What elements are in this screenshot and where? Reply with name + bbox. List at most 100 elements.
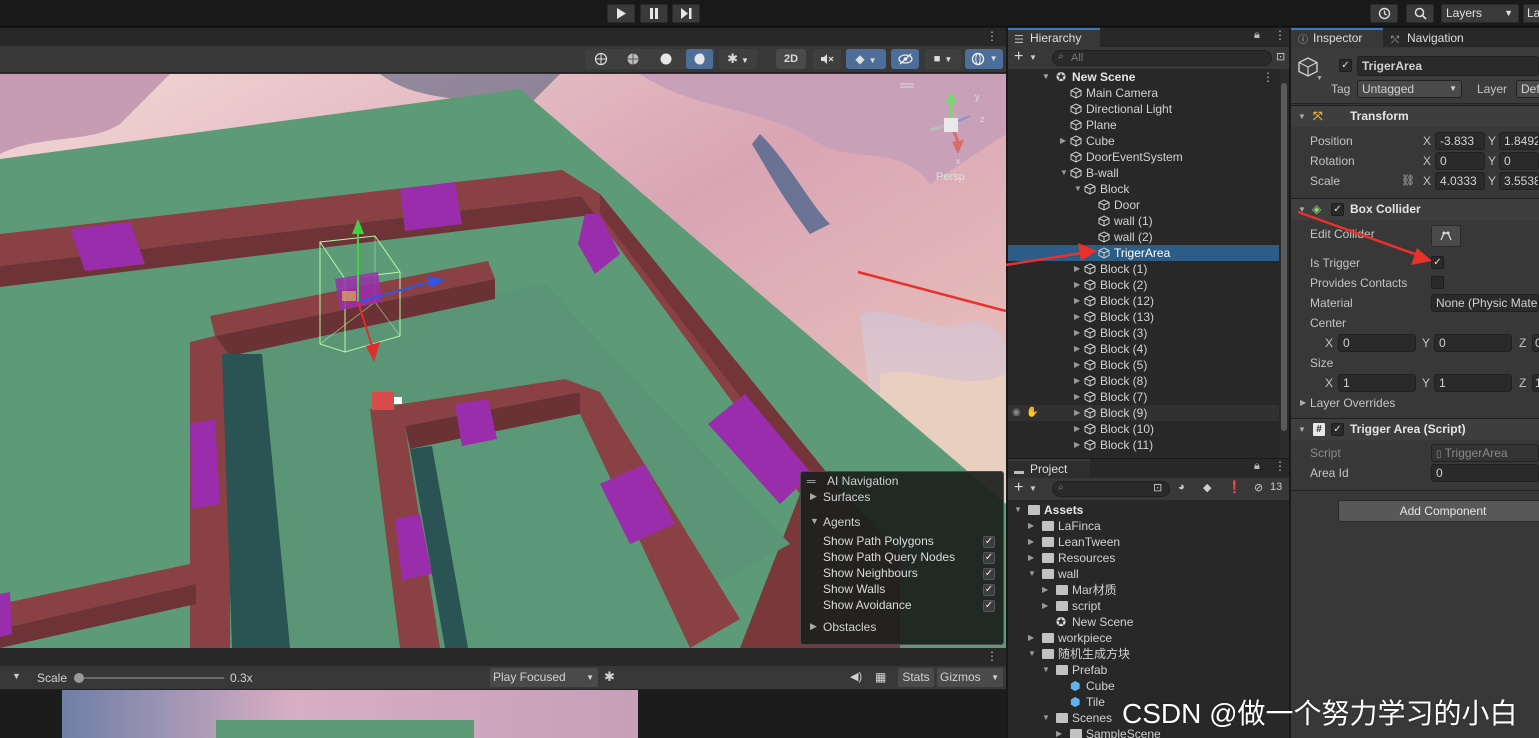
eye-slash-icon[interactable]: ⊘ <box>1254 481 1263 494</box>
tab-navigation[interactable]: ⤲ Navigation <box>1385 28 1485 47</box>
tab-project[interactable]: ▬ Project <box>1008 459 1090 478</box>
hierarchy-item[interactable]: ▶ Block (2) <box>1008 277 1279 293</box>
audio-toggle-button[interactable] <box>813 49 841 69</box>
add-icon[interactable]: + <box>1014 48 1023 66</box>
box-collider-enabled-checkbox[interactable]: ✓ <box>1331 203 1344 216</box>
active-checkbox[interactable]: ✓ <box>1339 59 1352 72</box>
chevron-down-icon[interactable]: ▼ <box>1042 662 1050 678</box>
layout-dropdown[interactable]: Lay <box>1523 4 1539 23</box>
white-cube-object[interactable] <box>394 397 402 404</box>
chevron-down-icon[interactable]: ▼ <box>12 671 21 681</box>
project-item[interactable]: ▶ LeanTween <box>1008 534 1279 550</box>
chevron-right-icon[interactable]: ▶ <box>1060 133 1066 149</box>
center-y-field[interactable]: 0 <box>1434 334 1512 352</box>
is-trigger-checkbox[interactable]: ✓ <box>1431 256 1444 269</box>
chevron-right-icon[interactable]: ▶ <box>1028 534 1034 550</box>
hierarchy-item[interactable]: wall (1) <box>1008 213 1279 229</box>
hierarchy-item[interactable]: ▶ Block (8) <box>1008 373 1279 389</box>
chevron-right-icon[interactable]: ▶ <box>1074 421 1080 437</box>
chevron-down-icon[interactable]: ▼ <box>1060 165 1068 181</box>
chevron-right-icon[interactable]: ▶ <box>1300 398 1306 407</box>
chevron-right-icon[interactable]: ▶ <box>810 491 817 502</box>
hierarchy-item[interactable]: Door <box>1008 197 1279 213</box>
project-item[interactable]: ▼ Assets <box>1008 502 1279 518</box>
chevron-down-icon[interactable]: ▼ <box>1028 646 1036 662</box>
gizmos-button[interactable]: Gizmos ▼ <box>937 668 1003 687</box>
chevron-right-icon[interactable]: ▶ <box>1074 373 1080 389</box>
chevron-down-icon[interactable]: ▼ <box>1316 75 1323 82</box>
kebab-menu-icon[interactable]: ⋮ <box>986 29 998 43</box>
add-icon[interactable]: + <box>1014 479 1023 497</box>
center-z-field[interactable]: 0 <box>1532 334 1539 352</box>
center-x-field[interactable]: 0 <box>1338 334 1416 352</box>
bug-icon[interactable]: ✱ <box>604 669 615 685</box>
hierarchy-item[interactable]: ▶ Block (5) <box>1008 357 1279 373</box>
layer-dropdown[interactable]: Def <box>1516 80 1539 98</box>
nav-option-checkbox[interactable]: ✓ <box>983 568 995 580</box>
grid-icon[interactable]: ▦ <box>875 670 886 684</box>
chevron-right-icon[interactable]: ▶ <box>1056 726 1062 738</box>
tag-dropdown[interactable]: Untagged ▼ <box>1357 80 1462 98</box>
chevron-down-icon[interactable]: ▼ <box>810 516 819 526</box>
project-item[interactable]: ▶ workpiece <box>1008 630 1279 646</box>
edit-collider-button[interactable] <box>1431 225 1461 247</box>
kebab-menu-icon[interactable]: ⋮ <box>986 649 998 663</box>
scene-root-row[interactable]: ▼ ✪ New Scene ⋮ <box>1008 69 1279 85</box>
history-button[interactable] <box>1370 4 1398 23</box>
rotation-x-field[interactable]: 0 <box>1435 152 1485 170</box>
visibility-eye-icon[interactable]: ◉ <box>1012 405 1021 421</box>
hierarchy-item[interactable]: ▼ Block <box>1008 181 1279 197</box>
chevron-right-icon[interactable]: ▶ <box>810 621 817 632</box>
scale-slider-thumb[interactable] <box>74 673 84 683</box>
shaded-wireframe-button[interactable] <box>620 49 646 69</box>
search-options-icon[interactable]: ⊡ <box>1276 50 1285 63</box>
play-button[interactable] <box>607 4 635 23</box>
chevron-down-icon[interactable]: ▼ <box>1042 710 1050 726</box>
unlit-shading-button[interactable] <box>686 49 713 69</box>
hierarchy-item[interactable]: ▶ Block (11) <box>1008 437 1279 453</box>
chevron-right-icon[interactable]: ▶ <box>1074 389 1080 405</box>
size-x-field[interactable]: 1 <box>1338 374 1416 392</box>
kebab-menu-icon[interactable]: ⋮ <box>1274 28 1286 42</box>
scale-y-field[interactable]: 3.5538 <box>1499 172 1539 190</box>
chevron-right-icon[interactable]: ▶ <box>1074 277 1080 293</box>
lock-icon[interactable]: 🔒︎ <box>1254 460 1260 473</box>
lock-icon[interactable]: 🔒︎ <box>1254 29 1260 42</box>
hierarchy-item[interactable]: TrigerArea <box>1008 245 1279 261</box>
agents-foldout[interactable]: Agents <box>823 515 860 529</box>
hierarchy-item[interactable]: ▶ Block (4) <box>1008 341 1279 357</box>
provides-contacts-checkbox[interactable] <box>1431 276 1444 289</box>
chevron-right-icon[interactable]: ▶ <box>1074 325 1080 341</box>
kebab-menu-icon[interactable]: ⋮ <box>1262 69 1274 85</box>
debug-draw-mode-button[interactable]: ✱ ▼ <box>719 49 757 69</box>
nav-option-checkbox[interactable]: ✓ <box>983 584 995 596</box>
tab-hierarchy[interactable]: ☰ Hierarchy <box>1008 28 1100 47</box>
hierarchy-item[interactable]: ▶ Block (13) <box>1008 309 1279 325</box>
search-button[interactable] <box>1406 4 1434 23</box>
hierarchy-scrollbar[interactable] <box>1280 69 1288 458</box>
material-field[interactable]: None (Physic Mate <box>1431 294 1539 312</box>
scale-x-field[interactable]: 4.0333 <box>1435 172 1485 190</box>
chevron-right-icon[interactable]: ▶ <box>1074 261 1080 277</box>
play-focused-dropdown[interactable]: Play Focused ▼ <box>490 668 598 687</box>
chevron-right-icon[interactable]: ▶ <box>1074 357 1080 373</box>
object-name-field[interactable]: TrigerArea <box>1357 56 1539 76</box>
hierarchy-item[interactable]: ▶ Block (3) <box>1008 325 1279 341</box>
kebab-menu-icon[interactable]: ⋮ <box>1274 459 1286 473</box>
surfaces-foldout[interactable]: Surfaces <box>823 490 870 504</box>
gizmos-toggle-button[interactable]: ▼ <box>965 49 1003 69</box>
chevron-right-icon[interactable]: ▶ <box>1042 582 1048 598</box>
effects-toggle-button[interactable]: ◆ ▼ <box>846 49 886 69</box>
label-tag-icon[interactable]: ◆ <box>1203 481 1211 494</box>
link-icon[interactable]: ⛓ <box>1401 174 1415 187</box>
position-y-field[interactable]: 1.8492 <box>1499 132 1539 150</box>
project-item[interactable]: ▶ Resources <box>1008 550 1279 566</box>
project-item[interactable]: ✪ New Scene <box>1008 614 1279 630</box>
chevron-right-icon[interactable]: ▶ <box>1074 341 1080 357</box>
hidden-objects-toggle-button[interactable] <box>891 49 919 69</box>
chevron-right-icon[interactable]: ▶ <box>1074 405 1080 421</box>
scale-slider-track[interactable] <box>78 677 224 679</box>
hierarchy-item[interactable]: ▶ Block (7) <box>1008 389 1279 405</box>
size-y-field[interactable]: 1 <box>1434 374 1512 392</box>
warning-icon[interactable]: ❗ <box>1227 480 1242 494</box>
